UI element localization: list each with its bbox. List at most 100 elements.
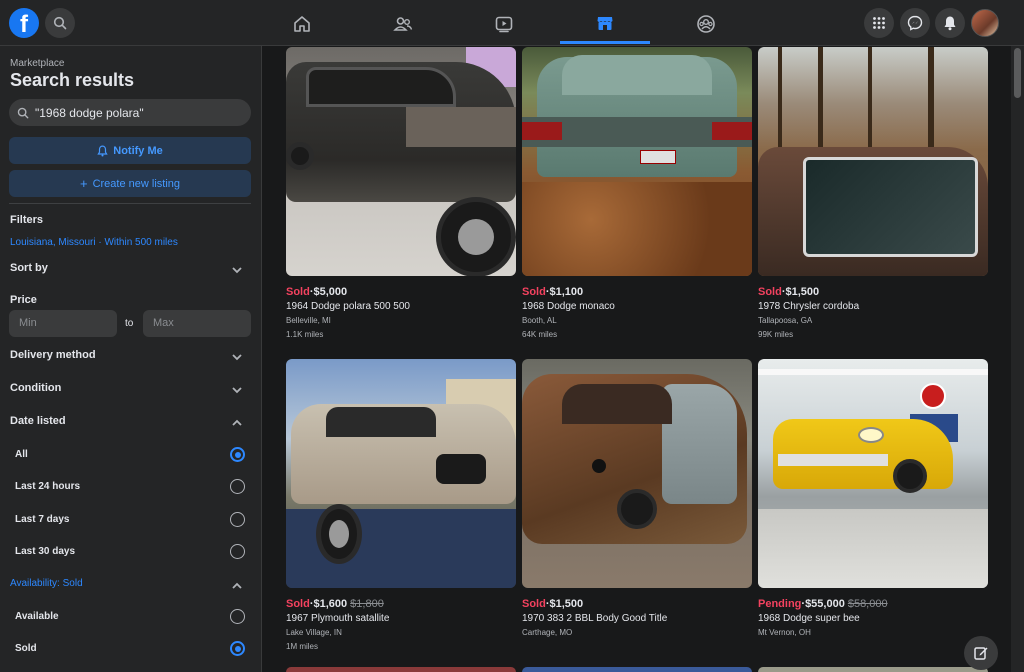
listing-price: $1,100 [549,286,584,298]
sold-radio[interactable] [230,641,245,656]
scrollbar-thumb[interactable] [1014,48,1021,98]
listing-price: $1,500 [549,598,584,610]
listing-card[interactable]: Sold·$5,000 1964 Dodge polara 500 500 Be… [286,47,516,339]
top-navigation-bar: f [0,0,1024,46]
plus-icon: + [79,176,88,191]
sort-by-filter[interactable]: Sort by [10,262,48,274]
date-option-30d[interactable]: Last 30 days [15,546,75,557]
original-price: $1,800 [350,598,384,610]
divider [9,203,251,204]
listing-photo[interactable] [286,47,516,276]
listing-mileage: 64K miles [522,330,558,339]
notifications-bell-icon[interactable] [935,8,965,38]
delivery-method-filter[interactable]: Delivery method [10,349,96,361]
listing-price: $5,000 [313,286,348,298]
condition-filter[interactable]: Condition [10,382,61,394]
listing-card[interactable]: Sold·$1,500 1970 383 2 BBL Body Good Tit… [522,359,752,642]
listing-title[interactable]: 1967 Plymouth satallite [286,613,516,624]
listing-title[interactable]: 1968 Dodge monaco [522,301,752,312]
groups-icon [697,15,715,33]
date-all-radio[interactable] [230,447,245,462]
listing-location: Carthage, MO [522,628,573,637]
availability-option-available[interactable]: Available [15,611,59,622]
compose-icon [974,647,988,660]
listing-title[interactable]: 1970 383 2 BBL Body Good Title [522,613,752,624]
listing-photo[interactable] [286,359,516,588]
listing-card[interactable]: Sold·$1,500 1978 Chrysler cordoba Tallap… [758,47,988,339]
min-price-input[interactable]: Min [9,310,117,337]
sidebar: Marketplace Search results "1968 dodge p… [0,46,262,672]
listing-card[interactable]: Pending·$55,000 $58,000 1968 Dodge super … [758,359,988,642]
notify-me-label: Notify Me [113,144,163,157]
breadcrumb[interactable]: Marketplace [10,58,64,69]
date-option-7d[interactable]: Last 7 days [15,514,69,525]
chevron-up-icon[interactable] [231,580,243,592]
status-badge: Sold [758,286,782,298]
search-input[interactable]: "1968 dodge polara" [9,99,251,126]
chevron-down-icon[interactable] [231,264,243,276]
listing-title[interactable]: 1964 Dodge polara 500 500 [286,301,516,312]
date-listed-filter[interactable]: Date listed [10,415,66,427]
search-icon [17,107,29,118]
filters-heading: Filters [10,214,44,226]
listing-mileage: 99K miles [758,330,794,339]
page-title: Search results [10,70,135,90]
status-badge: Sold [286,598,310,610]
available-radio[interactable] [230,609,245,624]
availability-filter[interactable]: Availability: Sold [10,578,83,589]
create-new-listing-button[interactable]: + Create new listing [9,170,251,197]
status-badge: Pending [758,598,802,610]
listing-card[interactable]: Sold·$1,600 $1,800 1967 Plymouth satallit… [286,359,516,651]
listing-mileage: 1M miles [286,642,319,651]
chevron-down-icon[interactable] [231,384,243,396]
tab-watch[interactable] [459,4,549,44]
listing-photo[interactable] [522,47,752,276]
search-icon[interactable] [45,8,75,38]
tab-marketplace[interactable] [560,4,650,44]
listing-title[interactable]: 1968 Dodge super bee [758,613,988,624]
menu-grid-icon[interactable] [864,8,894,38]
notify-me-button[interactable]: Notify Me [9,137,251,164]
listing-photo-partial[interactable] [758,667,988,672]
status-badge: Sold [522,598,546,610]
listing-title[interactable]: 1978 Chrysler cordoba [758,301,988,312]
listing-price: $55,000 [805,598,845,610]
listing-card[interactable]: Sold·$1,100 1968 Dodge monaco Booth, AL … [522,47,752,339]
chevron-down-icon[interactable] [231,351,243,363]
create-listing-label: Create new listing [92,177,181,190]
marketplace-icon [597,16,613,30]
avatar[interactable] [971,9,999,37]
date-option-all[interactable]: All [15,449,28,460]
availability-option-sold[interactable]: Sold [15,643,37,654]
listing-mileage: 1.1K miles [286,330,324,339]
price-heading: Price [10,294,37,306]
original-price: $58,000 [847,598,888,610]
listing-photo[interactable] [758,359,988,588]
scrollbar[interactable] [1011,46,1024,672]
listing-price: $1,500 [785,286,820,298]
listing-photo[interactable] [758,47,988,276]
date-24h-radio[interactable] [230,479,245,494]
price-to-label: to [125,318,134,329]
date-30d-radio[interactable] [230,544,245,559]
listing-photo[interactable] [522,359,752,588]
listing-location: Mt Vernon, OH [758,628,811,637]
chevron-up-icon[interactable] [231,417,243,429]
listing-price: $1,600 [313,598,348,610]
date-option-24h[interactable]: Last 24 hours [15,481,80,492]
listing-photo-partial[interactable] [522,667,752,672]
listing-location: Booth, AL [522,316,557,325]
tab-groups[interactable] [661,4,751,44]
location-filter-link[interactable]: Louisiana, Missouri · Within 500 miles [10,237,178,248]
status-badge: Sold [522,286,546,298]
max-price-input[interactable]: Max [143,310,251,337]
listing-location: Belleville, MI [286,316,331,325]
listing-location: Lake Village, IN [286,628,342,637]
new-message-button[interactable] [964,636,998,670]
facebook-logo[interactable]: f [9,8,39,38]
messenger-icon[interactable] [900,8,930,38]
tab-home[interactable] [257,4,347,44]
date-7d-radio[interactable] [230,512,245,527]
listing-photo-partial[interactable] [286,667,516,672]
tab-friends[interactable] [358,4,448,44]
